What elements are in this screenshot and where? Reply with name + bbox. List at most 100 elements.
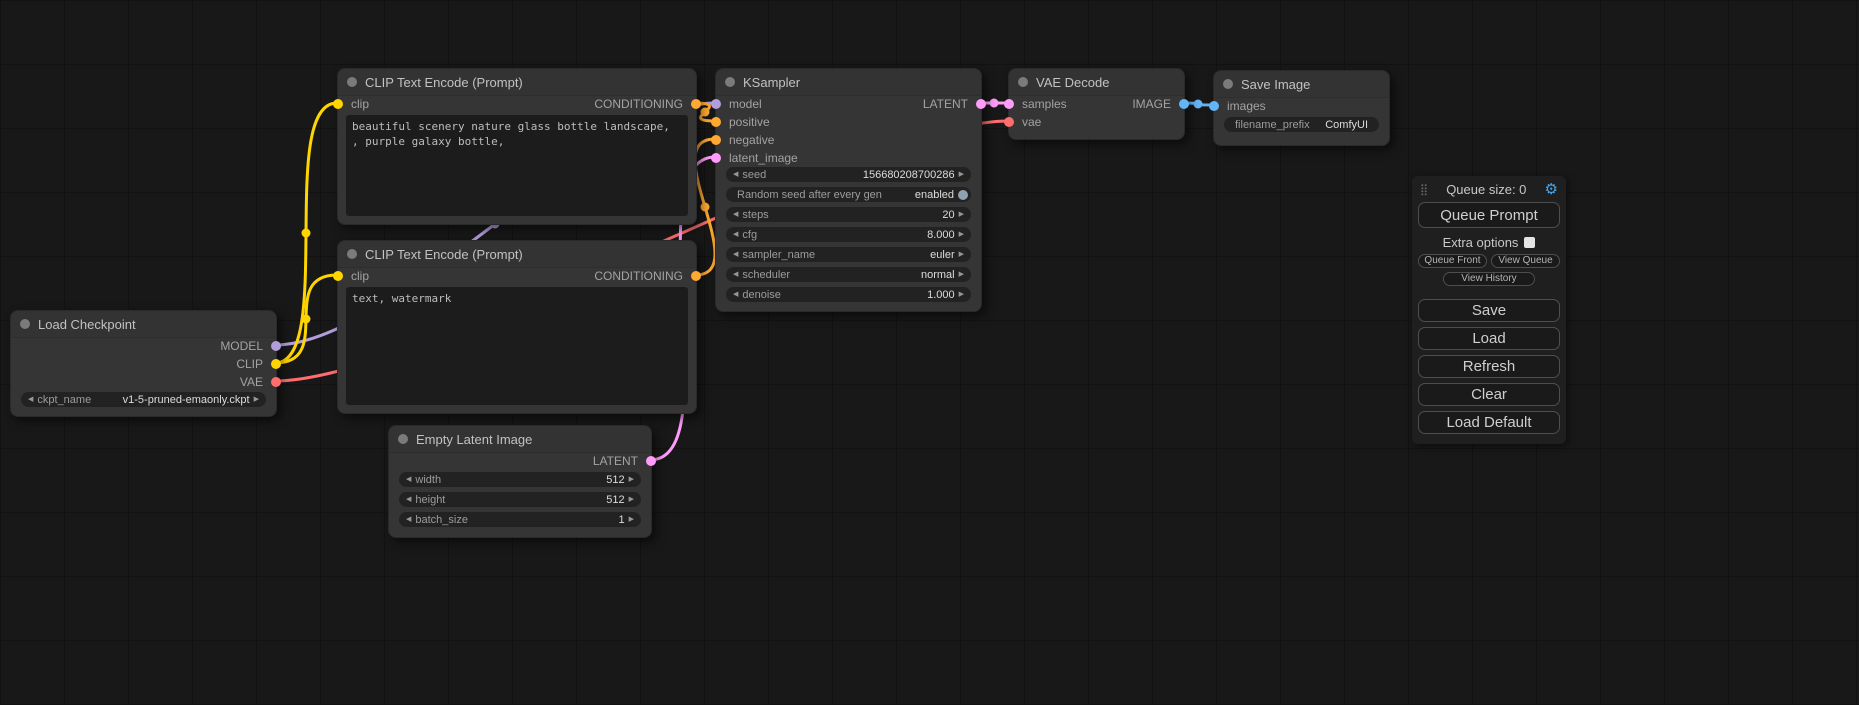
conditioning-slot-dot[interactable] <box>711 117 721 127</box>
clip-positive-output-conditioning[interactable]: CONDITIONING <box>594 95 696 113</box>
collapse-dot-icon[interactable] <box>347 77 357 87</box>
clip-negative-output-conditioning[interactable]: CONDITIONING <box>594 267 696 285</box>
increment-arrow-icon[interactable]: ▶ <box>959 171 964 178</box>
clip-positive-input-clip[interactable]: clip <box>338 95 369 113</box>
positive-prompt-textarea[interactable]: beautiful scenery nature glass bottle la… <box>346 115 688 216</box>
ksampler-input-latent-image[interactable]: latent_image <box>716 149 798 167</box>
ksampler-input-model[interactable]: model <box>716 95 762 113</box>
decrement-arrow-icon[interactable]: ◀ <box>733 291 738 298</box>
node-title-bar[interactable]: Empty Latent Image <box>389 426 651 453</box>
increment-arrow-icon[interactable]: ▶ <box>629 516 634 523</box>
node-title-bar[interactable]: CLIP Text Encode (Prompt) <box>338 241 696 268</box>
extra-options-checkbox[interactable] <box>1524 237 1535 248</box>
node-clip-text-encode-negative[interactable]: CLIP Text Encode (Prompt) clip CONDITION… <box>337 240 697 414</box>
node-title-bar[interactable]: Save Image <box>1214 71 1389 98</box>
decrement-arrow-icon[interactable]: ◀ <box>733 171 738 178</box>
negative-prompt-textarea[interactable]: text, watermark <box>346 287 688 405</box>
node-vae-decode[interactable]: VAE Decode samples vae IMAGE <box>1008 68 1185 140</box>
clip-negative-input-clip[interactable]: clip <box>338 267 369 285</box>
clip-slot-dot[interactable] <box>333 99 343 109</box>
decrement-arrow-icon[interactable]: ◀ <box>733 251 738 258</box>
image-slot-dot[interactable] <box>1179 99 1189 109</box>
vae-slot-dot[interactable] <box>271 377 281 387</box>
model-slot-dot[interactable] <box>271 341 281 351</box>
node-title-bar[interactable]: CLIP Text Encode (Prompt) <box>338 69 696 96</box>
view-history-button[interactable]: View History <box>1443 272 1535 286</box>
ksampler-input-negative[interactable]: negative <box>716 131 774 149</box>
vae-decode-input-samples[interactable]: samples <box>1009 95 1067 113</box>
node-save-image[interactable]: Save Image images filename_prefix ComfyU… <box>1213 70 1390 146</box>
settings-gear-icon[interactable]: ⚙ <box>1545 182 1558 197</box>
sampler-name-widget[interactable]: ◀ sampler_name euler ▶ <box>726 247 971 262</box>
save-image-input-images[interactable]: images <box>1214 97 1266 115</box>
batch-size-widget[interactable]: ◀ batch_size 1 ▶ <box>399 512 641 527</box>
increment-arrow-icon[interactable]: ▶ <box>629 476 634 483</box>
vae-decode-input-vae[interactable]: vae <box>1009 113 1041 131</box>
refresh-button[interactable]: Refresh <box>1418 355 1560 378</box>
vae-decode-output-image[interactable]: IMAGE <box>1132 95 1184 113</box>
steps-widget[interactable]: ◀ steps 20 ▶ <box>726 207 971 222</box>
increment-arrow-icon[interactable]: ▶ <box>629 496 634 503</box>
width-widget[interactable]: ◀ width 512 ▶ <box>399 472 641 487</box>
load-checkpoint-output-model[interactable]: MODEL <box>220 337 276 355</box>
empty-latent-output-latent[interactable]: LATENT <box>593 452 651 470</box>
node-title-bar[interactable]: VAE Decode <box>1009 69 1184 96</box>
latent-slot-dot[interactable] <box>646 456 656 466</box>
decrement-arrow-icon[interactable]: ◀ <box>733 271 738 278</box>
denoise-widget[interactable]: ◀ denoise 1.000 ▶ <box>726 287 971 302</box>
height-widget[interactable]: ◀ height 512 ▶ <box>399 492 641 507</box>
view-queue-button[interactable]: View Queue <box>1491 254 1560 268</box>
filename-prefix-widget[interactable]: filename_prefix ComfyUI <box>1224 117 1379 132</box>
decrement-arrow-icon[interactable]: ◀ <box>733 231 738 238</box>
load-button[interactable]: Load <box>1418 327 1560 350</box>
node-clip-text-encode-positive[interactable]: CLIP Text Encode (Prompt) clip CONDITION… <box>337 68 697 225</box>
decrement-arrow-icon[interactable]: ◀ <box>406 496 411 503</box>
increment-arrow-icon[interactable]: ▶ <box>959 291 964 298</box>
conditioning-slot-dot[interactable] <box>691 99 701 109</box>
ksampler-input-positive[interactable]: positive <box>716 113 770 131</box>
save-button[interactable]: Save <box>1418 299 1560 322</box>
conditioning-slot-dot[interactable] <box>711 135 721 145</box>
increment-arrow-icon[interactable]: ▶ <box>959 271 964 278</box>
conditioning-slot-dot[interactable] <box>691 271 701 281</box>
random-seed-toggle-widget[interactable]: Random seed after every gen enabled <box>726 187 971 202</box>
image-slot-dot[interactable] <box>1209 101 1219 111</box>
latent-slot-dot[interactable] <box>1004 99 1014 109</box>
seed-widget[interactable]: ◀ seed 156680208700286 ▶ <box>726 167 971 182</box>
increment-arrow-icon[interactable]: ▶ <box>254 396 259 403</box>
decrement-arrow-icon[interactable]: ◀ <box>406 516 411 523</box>
load-checkpoint-output-clip[interactable]: CLIP <box>236 355 276 373</box>
node-title-bar[interactable]: Load Checkpoint <box>11 311 276 338</box>
collapse-dot-icon[interactable] <box>725 77 735 87</box>
decrement-arrow-icon[interactable]: ◀ <box>406 476 411 483</box>
increment-arrow-icon[interactable]: ▶ <box>959 251 964 258</box>
increment-arrow-icon[interactable]: ▶ <box>959 211 964 218</box>
ckpt-name-widget[interactable]: ◀ ckpt_name v1-5-pruned-emaonly.ckpt ▶ <box>21 392 266 407</box>
ksampler-output-latent[interactable]: LATENT <box>923 95 981 113</box>
cfg-widget[interactable]: ◀ cfg 8.000 ▶ <box>726 227 971 242</box>
clear-button[interactable]: Clear <box>1418 383 1560 406</box>
decrement-arrow-icon[interactable]: ◀ <box>28 396 33 403</box>
scheduler-widget[interactable]: ◀ scheduler normal ▶ <box>726 267 971 282</box>
node-title-bar[interactable]: KSampler <box>716 69 981 96</box>
collapse-dot-icon[interactable] <box>1223 79 1233 89</box>
node-load-checkpoint[interactable]: Load Checkpoint MODEL CLIP VAE ◀ ckpt_na… <box>10 310 277 417</box>
vae-slot-dot[interactable] <box>1004 117 1014 127</box>
collapse-dot-icon[interactable] <box>20 319 30 329</box>
collapse-dot-icon[interactable] <box>1018 77 1028 87</box>
decrement-arrow-icon[interactable]: ◀ <box>733 211 738 218</box>
clip-slot-dot[interactable] <box>333 271 343 281</box>
collapse-dot-icon[interactable] <box>347 249 357 259</box>
load-default-button[interactable]: Load Default <box>1418 411 1560 434</box>
node-ksampler[interactable]: KSampler model positive negative latent_… <box>715 68 982 312</box>
queue-front-button[interactable]: Queue Front <box>1418 254 1487 268</box>
menu-drag-handle-icon[interactable]: ⣿ <box>1420 184 1428 195</box>
collapse-dot-icon[interactable] <box>398 434 408 444</box>
clip-slot-dot[interactable] <box>271 359 281 369</box>
node-empty-latent-image[interactable]: Empty Latent Image LATENT ◀ width 512 ▶ … <box>388 425 652 538</box>
queue-prompt-button[interactable]: Queue Prompt <box>1418 202 1560 228</box>
toggle-knob-icon[interactable] <box>958 190 968 200</box>
load-checkpoint-output-vae[interactable]: VAE <box>240 373 276 391</box>
increment-arrow-icon[interactable]: ▶ <box>959 231 964 238</box>
model-slot-dot[interactable] <box>711 99 721 109</box>
